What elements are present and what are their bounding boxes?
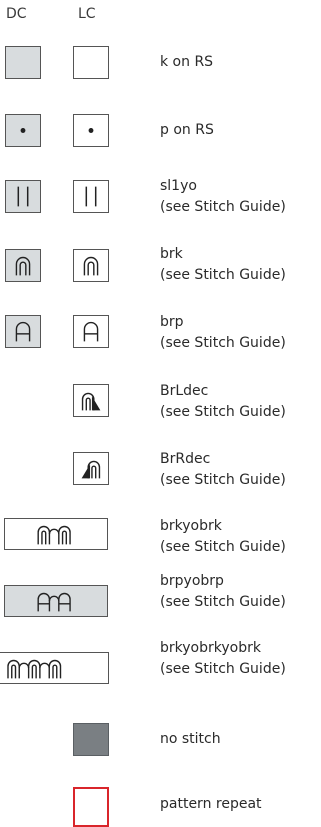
legend-note: (see Stitch Guide) bbox=[160, 335, 286, 351]
header-dc: DC bbox=[6, 6, 27, 22]
arch-bar-icon bbox=[5, 315, 41, 348]
legend-note: (see Stitch Guide) bbox=[160, 594, 286, 610]
blank-square-icon bbox=[73, 46, 109, 79]
legend-note: (see Stitch Guide) bbox=[160, 539, 286, 555]
legend-note: (see Stitch Guide) bbox=[160, 199, 286, 215]
arch-right-dec-icon bbox=[73, 452, 109, 485]
legend-note: (see Stitch Guide) bbox=[160, 404, 286, 420]
legend-name: brk bbox=[160, 246, 183, 262]
legend-label-pattern-repeat: pattern repeat bbox=[160, 796, 262, 812]
arch-up-icon bbox=[73, 249, 109, 282]
legend-label-brpyobrp: brpyobrp (see Stitch Guide) bbox=[160, 571, 286, 613]
legend-name: brpyobrp bbox=[160, 573, 224, 589]
legend-label-brkyobrkyobrk: brkyobrkyobrk (see Stitch Guide) bbox=[160, 638, 286, 680]
legend-note: (see Stitch Guide) bbox=[160, 267, 286, 283]
dot-square-icon bbox=[5, 114, 41, 147]
arch-up-icon bbox=[5, 249, 41, 282]
dot-square-icon bbox=[73, 114, 109, 147]
arch-left-dec-icon bbox=[73, 384, 109, 417]
brpyobrp-icon bbox=[4, 585, 108, 617]
legend-label-sl1yo: sl1yo (see Stitch Guide) bbox=[160, 176, 286, 218]
legend-name: brp bbox=[160, 314, 184, 330]
double-bar-icon bbox=[5, 180, 41, 213]
legend-label-brldec: BrLdec (see Stitch Guide) bbox=[160, 381, 286, 423]
legend-label-brrdec: BrRdec (see Stitch Guide) bbox=[160, 449, 286, 491]
legend-label-p-on-rs: p on RS bbox=[160, 122, 214, 138]
arch-bar-icon bbox=[73, 315, 109, 348]
legend-label-brk: brk (see Stitch Guide) bbox=[160, 244, 286, 286]
legend-name: sl1yo bbox=[160, 178, 197, 194]
legend-label-brp: brp (see Stitch Guide) bbox=[160, 312, 286, 354]
legend-name: BrRdec bbox=[160, 451, 211, 467]
legend-note: (see Stitch Guide) bbox=[160, 472, 286, 488]
legend-label-k-on-rs: k on RS bbox=[160, 54, 214, 70]
blank-square-icon bbox=[5, 46, 41, 79]
legend-name: BrLdec bbox=[160, 383, 209, 399]
legend-label-no-stitch: no stitch bbox=[160, 731, 221, 747]
legend-name: brkyobrkyobrk bbox=[160, 640, 261, 656]
legend-note: (see Stitch Guide) bbox=[160, 661, 286, 677]
legend-label-brkyobrk: brkyobrk (see Stitch Guide) bbox=[160, 516, 286, 558]
red-outline-square-icon bbox=[73, 787, 109, 827]
legend-name: brkyobrk bbox=[160, 518, 222, 534]
brkyobrk-icon bbox=[4, 518, 108, 550]
double-bar-icon bbox=[73, 180, 109, 213]
brkyobrkyobrk-icon bbox=[0, 652, 109, 684]
header-lc: LC bbox=[78, 6, 96, 22]
filled-square-icon bbox=[73, 723, 109, 756]
